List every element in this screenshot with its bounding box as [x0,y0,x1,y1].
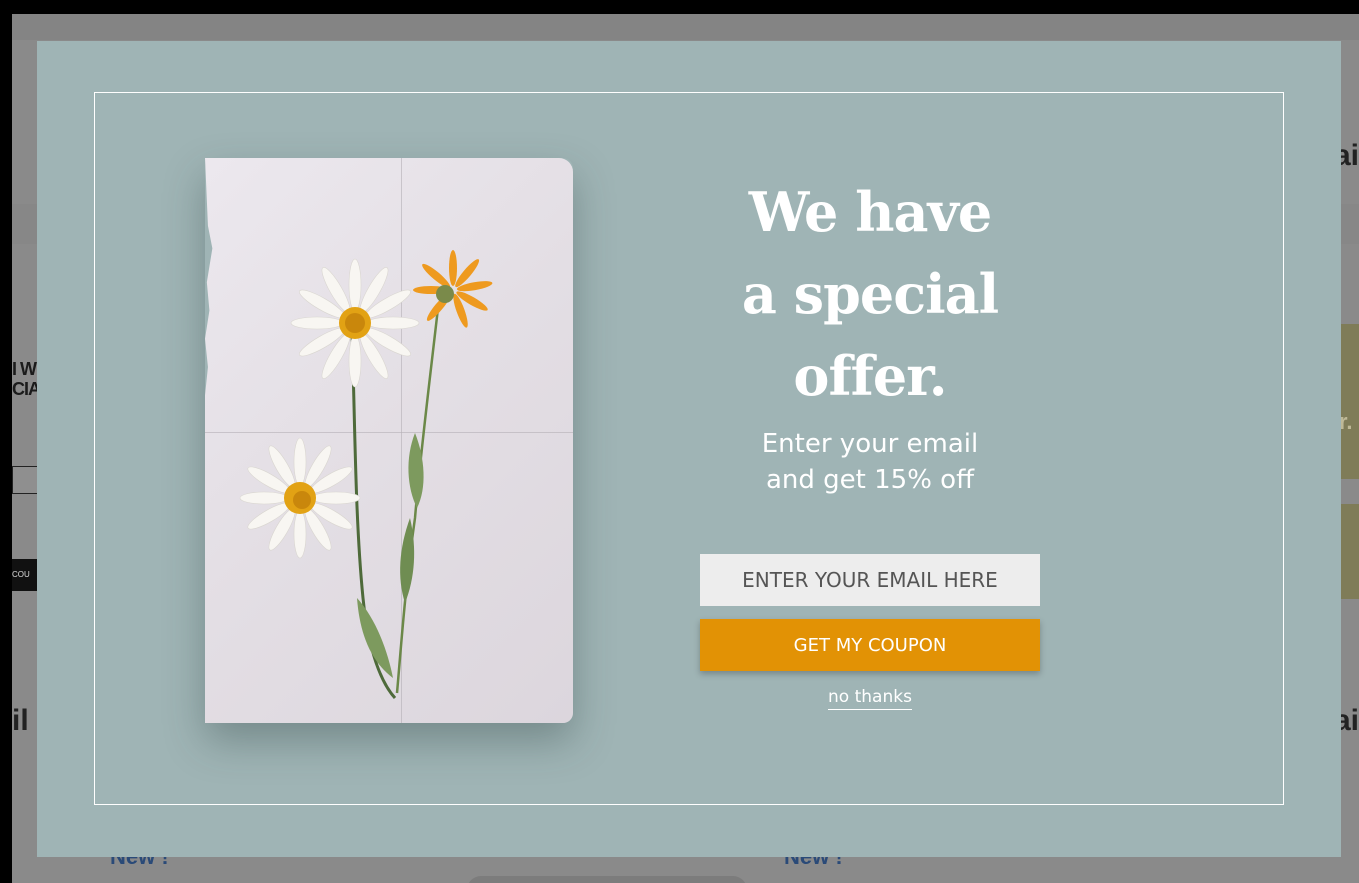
subhead-line-2: and get 15% off [765,465,974,495]
background-right-panel: r. [1339,324,1359,479]
dismiss-link-wrapper: no thanks [700,687,1040,710]
background-right-text: r. [1339,409,1353,434]
headline-line-1: We have [748,180,992,244]
get-coupon-button[interactable]: GET MY COUPON [700,619,1040,671]
background-right-panel-2 [1339,504,1359,599]
no-thanks-link[interactable]: no thanks [828,687,912,710]
background-header [12,14,1359,40]
subhead-line-1: Enter your email [761,429,979,459]
headline-line-2: a special [741,262,999,326]
headline-line-3: offer. [793,344,947,408]
offer-modal: We have a special offer. Enter your emai… [37,41,1341,857]
offer-headline: We have a special offer. [697,171,1043,417]
offer-subhead: Enter your email and get 15% off [697,426,1043,498]
background-bottom-pill [467,876,747,883]
pressed-flowers-illustration [239,250,493,700]
email-input[interactable] [700,554,1040,606]
